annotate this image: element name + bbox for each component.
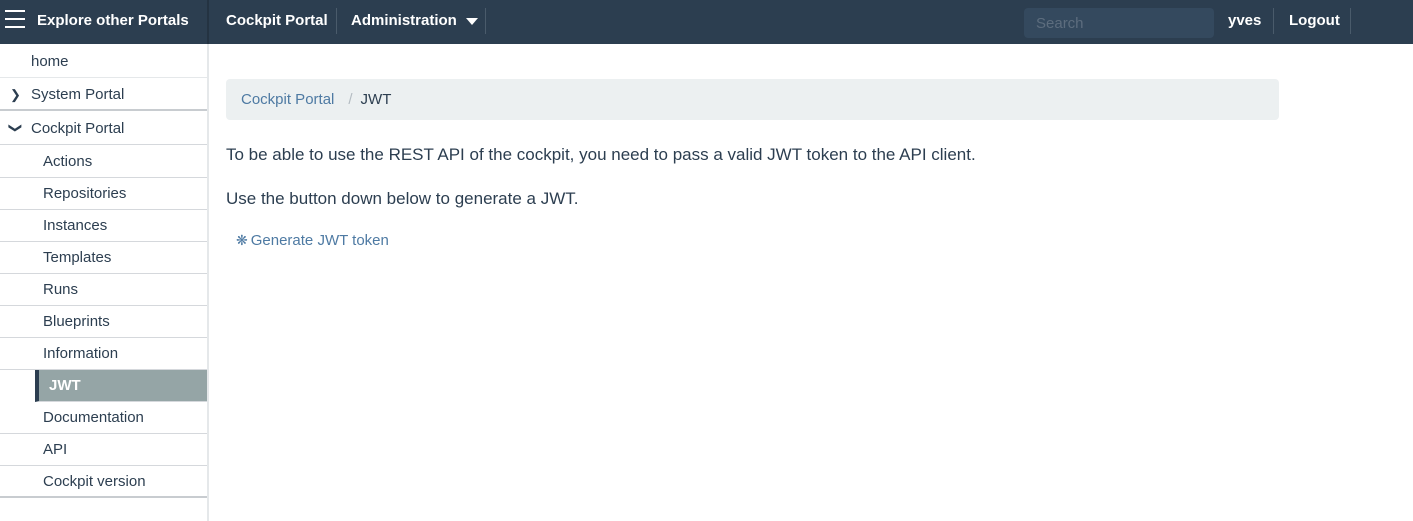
sidebar-item-templates[interactable]: Templates [0, 242, 207, 274]
chevron-down-icon: ❯ [8, 122, 24, 134]
user-menu[interactable]: yves [1228, 0, 1261, 42]
sidebar-item-label: API [43, 441, 68, 458]
top-navbar: Explore other Portals Cockpit Portal Adm… [0, 0, 1413, 44]
sidebar-item-documentation[interactable]: Documentation [0, 402, 207, 434]
sidebar-item-label: JWT [49, 377, 81, 394]
search-input[interactable] [1024, 8, 1214, 38]
sidebar-item-jwt[interactable]: JWT [35, 370, 207, 402]
sidebar-item-system-portal[interactable]: ❯ System Portal [0, 79, 207, 111]
sidebar-item-label: Templates [43, 249, 112, 266]
sidebar-item-cockpit-version[interactable]: Cockpit version [0, 466, 207, 498]
sidebar-item-actions[interactable]: Actions [0, 146, 207, 178]
sidebar-item-label: home [31, 53, 69, 70]
cockpit-portal-nav-link[interactable]: Cockpit Portal [226, 0, 328, 42]
sidebar-item-label: Actions [43, 153, 93, 170]
sidebar-item-api[interactable]: API [0, 434, 207, 466]
hamburger-menu-icon[interactable] [5, 10, 25, 30]
sidebar-item-label: Documentation [43, 409, 144, 426]
breadcrumb-separator: / [348, 91, 353, 108]
navbar-divider [207, 0, 209, 44]
cog-icon: ❋ [236, 232, 248, 248]
nav-separator [485, 8, 486, 34]
sidebar-item-label: Runs [43, 281, 79, 298]
administration-label: Administration [351, 12, 457, 29]
caret-down-icon [465, 17, 478, 25]
chevron-right-icon: ❯ [10, 87, 21, 102]
logout-link[interactable]: Logout [1289, 0, 1340, 42]
sidebar-item-label: System Portal [31, 86, 125, 103]
sidebar-item-repositories[interactable]: Repositories [0, 178, 207, 210]
sidebar: home ❯ System Portal ❯ Cockpit Portal Ac… [0, 44, 209, 521]
sidebar-item-label: Instances [43, 217, 108, 234]
generate-jwt-button[interactable]: ❋ Generate JWT token [236, 232, 389, 249]
breadcrumb-cockpit-portal-link[interactable]: Cockpit Portal [241, 91, 334, 108]
jwt-instruction-text: Use the button down below to generate a … [226, 189, 579, 208]
sidebar-item-instances[interactable]: Instances [0, 210, 207, 242]
sidebar-item-label: Blueprints [43, 313, 110, 330]
sidebar-item-cockpit-portal[interactable]: ❯ Cockpit Portal [0, 113, 207, 145]
administration-dropdown[interactable]: Administration [351, 0, 478, 42]
sidebar-item-label: Cockpit version [43, 473, 146, 490]
nav-separator [1350, 8, 1351, 34]
sidebar-item-runs[interactable]: Runs [0, 274, 207, 306]
sidebar-item-label: Information [43, 345, 119, 362]
breadcrumb-current: JWT [360, 91, 392, 108]
sidebar-item-label: Cockpit Portal [31, 120, 125, 137]
generate-jwt-label: Generate JWT token [250, 232, 389, 249]
breadcrumb: Cockpit Portal / JWT [226, 79, 1279, 120]
sidebar-item-information[interactable]: Information [0, 338, 207, 370]
sidebar-item-blueprints[interactable]: Blueprints [0, 306, 207, 338]
nav-separator [336, 8, 337, 34]
jwt-description-text: To be able to use the REST API of the co… [226, 145, 976, 164]
explore-portals-link[interactable]: Explore other Portals [37, 0, 189, 42]
sidebar-item-home[interactable]: home [0, 46, 207, 78]
nav-separator [1273, 8, 1274, 34]
sidebar-item-label: Repositories [43, 185, 127, 202]
